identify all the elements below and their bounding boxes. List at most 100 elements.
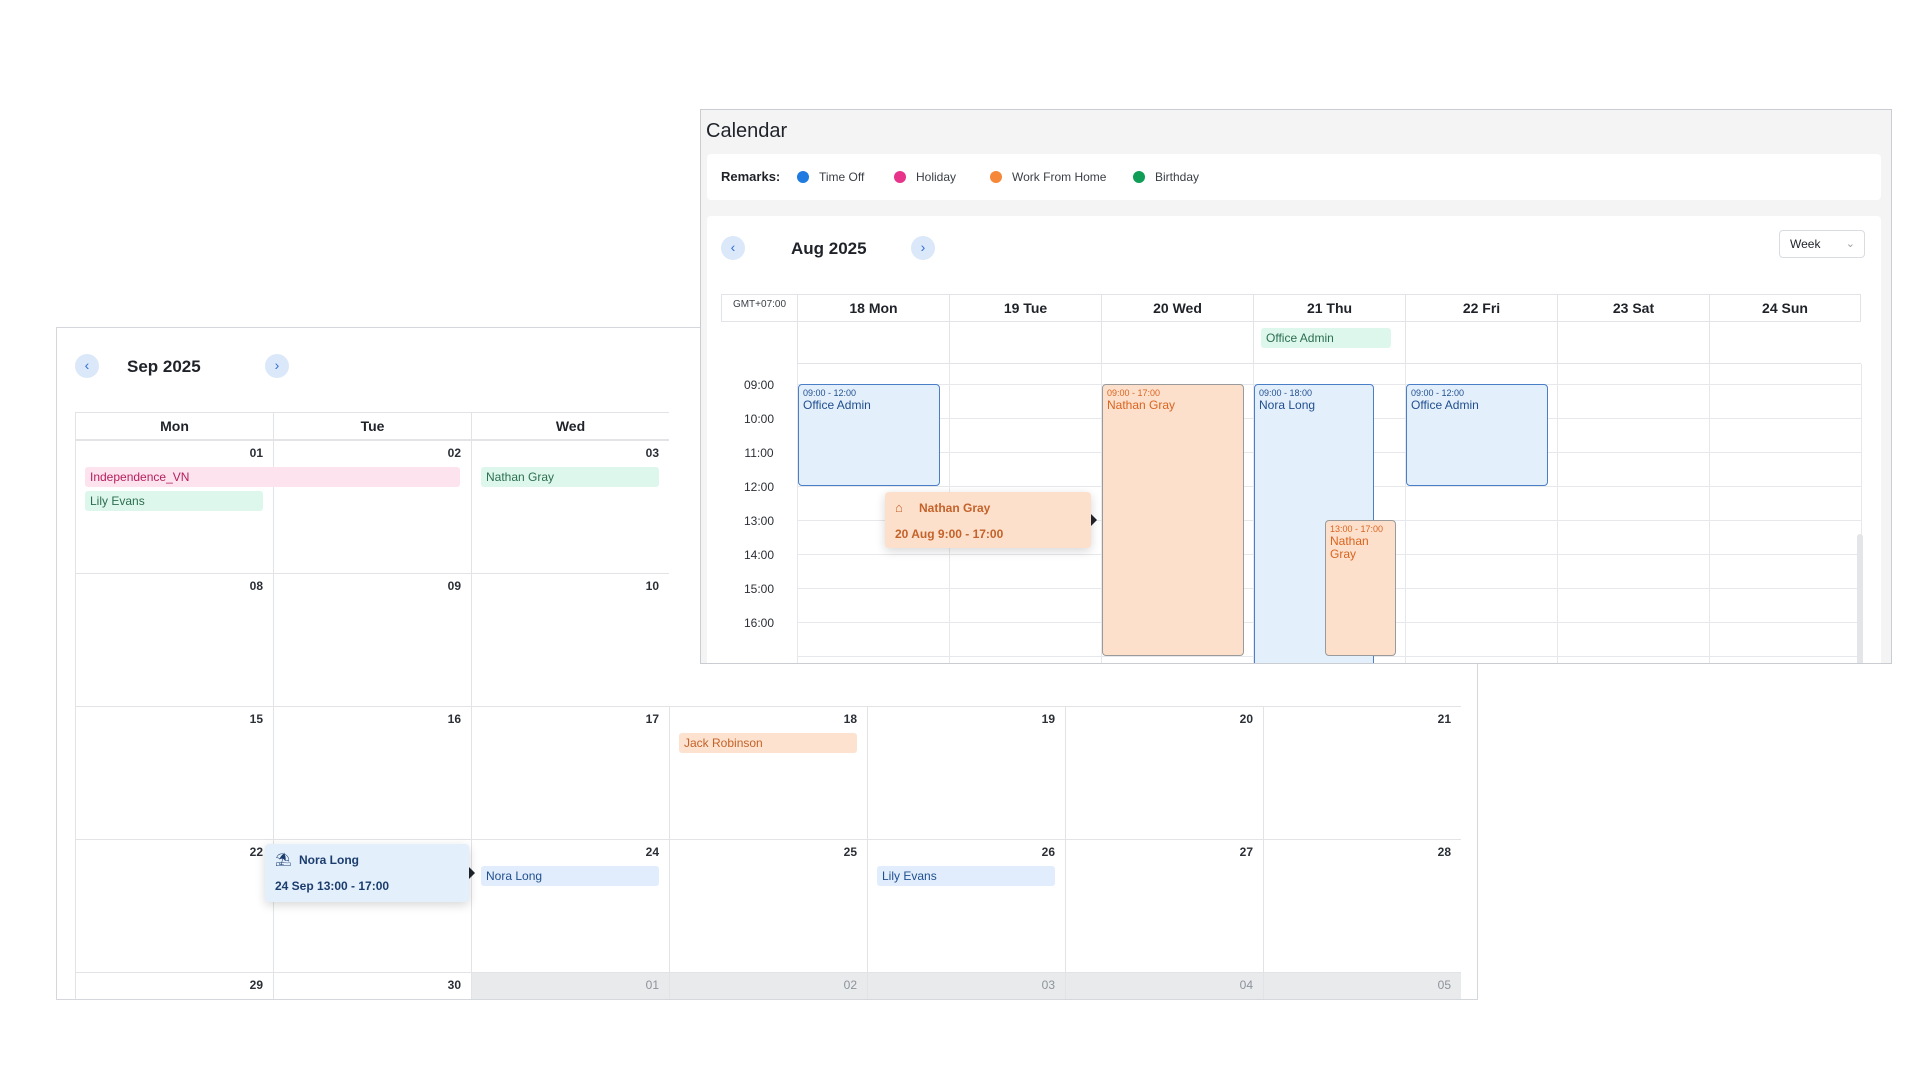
page-title: Calendar — [706, 120, 788, 142]
day-cell-next-month[interactable]: 05 — [1263, 972, 1461, 999]
day-cell[interactable]: 20 — [1065, 706, 1263, 839]
event-work-from-home[interactable]: Jack Robinson — [679, 733, 857, 753]
event-work-from-home[interactable]: 09:00 - 17:00 Nathan Gray — [1102, 384, 1244, 656]
day-cell[interactable]: 08 — [75, 573, 273, 706]
hour-label: 15:00 — [743, 582, 775, 596]
day-number: 10 — [645, 579, 659, 593]
event-tooltip: ⌂ Nathan Gray 20 Aug 9:00 - 17:00 — [885, 492, 1097, 548]
prev-week-button[interactable]: ‹ — [721, 236, 745, 260]
tooltip-name: Nora Long — [299, 853, 359, 867]
week-day-header[interactable]: 22 Fri — [1405, 294, 1557, 322]
event-time-off[interactable]: Lily Evans — [877, 866, 1055, 886]
tooltip-arrow — [1091, 514, 1097, 526]
legend-dot — [797, 171, 809, 183]
week-day-header[interactable]: 23 Sat — [1557, 294, 1709, 322]
day-number: 15 — [249, 712, 263, 726]
day-number: 20 — [1239, 712, 1253, 726]
day-cell[interactable]: 03 — [471, 440, 669, 573]
day-cell-next-month[interactable]: 02 — [669, 972, 867, 999]
hour-label: 09:00 — [743, 378, 775, 392]
day-cell[interactable]: 29 — [75, 972, 273, 999]
scrollbar-thumb[interactable] — [1857, 534, 1863, 663]
chevron-down-icon: ⌄ — [1845, 238, 1855, 250]
legend-dot — [894, 171, 906, 183]
allday-cell[interactable] — [1709, 322, 1861, 364]
weekday-header-wed: Wed — [471, 412, 669, 440]
day-number: 18 — [843, 712, 857, 726]
day-number: 04 — [1239, 978, 1253, 992]
allday-cell[interactable] — [1101, 322, 1253, 364]
view-select[interactable]: Week ⌄ — [1779, 230, 1865, 258]
week-day-header[interactable]: 21 Thu — [1253, 294, 1405, 322]
home-icon: ⌂ — [895, 500, 903, 515]
day-number: 26 — [1041, 845, 1055, 859]
allday-cell[interactable] — [949, 322, 1101, 364]
event-birthday-allday[interactable]: Office Admin — [1261, 328, 1391, 348]
hour-label: 11:00 — [744, 446, 774, 460]
day-number: 09 — [447, 579, 461, 593]
week-day-header[interactable]: 20 Wed — [1101, 294, 1253, 322]
event-time-off[interactable]: Nora Long — [481, 866, 659, 886]
day-cell[interactable]: 16 — [273, 706, 471, 839]
day-cell[interactable]: 26 — [867, 839, 1065, 972]
chevron-left-icon: ‹ — [730, 239, 736, 255]
day-divider — [1557, 364, 1558, 663]
day-cell[interactable]: 27 — [1065, 839, 1263, 972]
week-day-header[interactable]: 18 Mon — [797, 294, 949, 322]
day-cell[interactable]: 15 — [75, 706, 273, 839]
day-cell-next-month[interactable]: 04 — [1065, 972, 1263, 999]
day-number: 27 — [1239, 845, 1253, 859]
day-cell[interactable]: 09 — [273, 573, 471, 706]
event-birthday[interactable]: Lily Evans — [85, 491, 263, 511]
hour-label: 12:00 — [743, 480, 775, 494]
event-office-admin[interactable]: 09:00 - 12:00 Office Admin — [798, 384, 940, 486]
legend-dot — [990, 171, 1002, 183]
day-cell-next-month[interactable]: 01 — [471, 972, 669, 999]
day-cell[interactable]: 30 — [273, 972, 471, 999]
legend-birthday: Birthday — [1133, 169, 1213, 185]
allday-cell[interactable] — [797, 322, 949, 364]
day-cell[interactable]: 02 — [273, 440, 471, 573]
view-select-value: Week — [1790, 237, 1821, 251]
week-day-header[interactable]: 19 Tue — [949, 294, 1101, 322]
next-week-button[interactable]: › — [911, 236, 935, 260]
tooltip-arrow — [469, 867, 475, 879]
day-cell[interactable]: 24 — [471, 839, 669, 972]
prev-month-button[interactable]: ‹ — [75, 354, 99, 378]
hour-label: 16:00 — [743, 616, 775, 630]
day-cell-next-month[interactable]: 03 — [867, 972, 1065, 999]
week-view: ‹ Aug 2025 › Week ⌄ GMT+07:00 18 Mon 19 … — [707, 216, 1881, 663]
next-month-button[interactable]: › — [265, 354, 289, 378]
event-holiday[interactable]: Independence_VN — [85, 467, 460, 487]
timezone-label: GMT+07:00 — [721, 294, 797, 322]
day-number: 02 — [843, 978, 857, 992]
event-tooltip: ⛱ Nora Long 24 Sep 13:00 - 17:00 — [265, 844, 475, 902]
hour-label: 13:00 — [743, 514, 775, 528]
day-cell[interactable]: 18 — [669, 706, 867, 839]
day-cell[interactable]: 25 — [669, 839, 867, 972]
day-number: 17 — [645, 712, 659, 726]
scrollbar[interactable] — [1857, 294, 1863, 663]
week-title: Aug 2025 — [791, 239, 867, 258]
day-cell[interactable]: 19 — [867, 706, 1065, 839]
day-cell[interactable]: 22 — [75, 839, 273, 972]
day-cell[interactable]: 10 — [471, 573, 669, 706]
day-number: 01 — [249, 446, 263, 460]
day-number: 16 — [447, 712, 461, 726]
event-work-from-home[interactable]: 13:00 - 17:00 Nathan Gray — [1325, 520, 1396, 656]
tooltip-name: Nathan Gray — [919, 501, 991, 515]
month-navigation: ‹ Sep 2025 › — [75, 354, 295, 380]
day-cell[interactable]: 17 — [471, 706, 669, 839]
allday-cell[interactable] — [1557, 322, 1709, 364]
week-day-header[interactable]: 24 Sun — [1709, 294, 1861, 322]
day-number: 29 — [249, 978, 263, 992]
legend-time-off: Time Off — [797, 169, 877, 185]
tooltip-time: 20 Aug 9:00 - 17:00 — [895, 527, 1004, 541]
week-navigation: ‹ Aug 2025 › — [721, 236, 941, 262]
event-office-admin[interactable]: 09:00 - 12:00 Office Admin — [1406, 384, 1548, 486]
day-cell[interactable]: 28 — [1263, 839, 1461, 972]
event-birthday[interactable]: Nathan Gray — [481, 467, 659, 487]
weekday-header-tue: Tue — [273, 412, 471, 440]
allday-cell[interactable] — [1405, 322, 1557, 364]
day-cell[interactable]: 21 — [1263, 706, 1461, 839]
